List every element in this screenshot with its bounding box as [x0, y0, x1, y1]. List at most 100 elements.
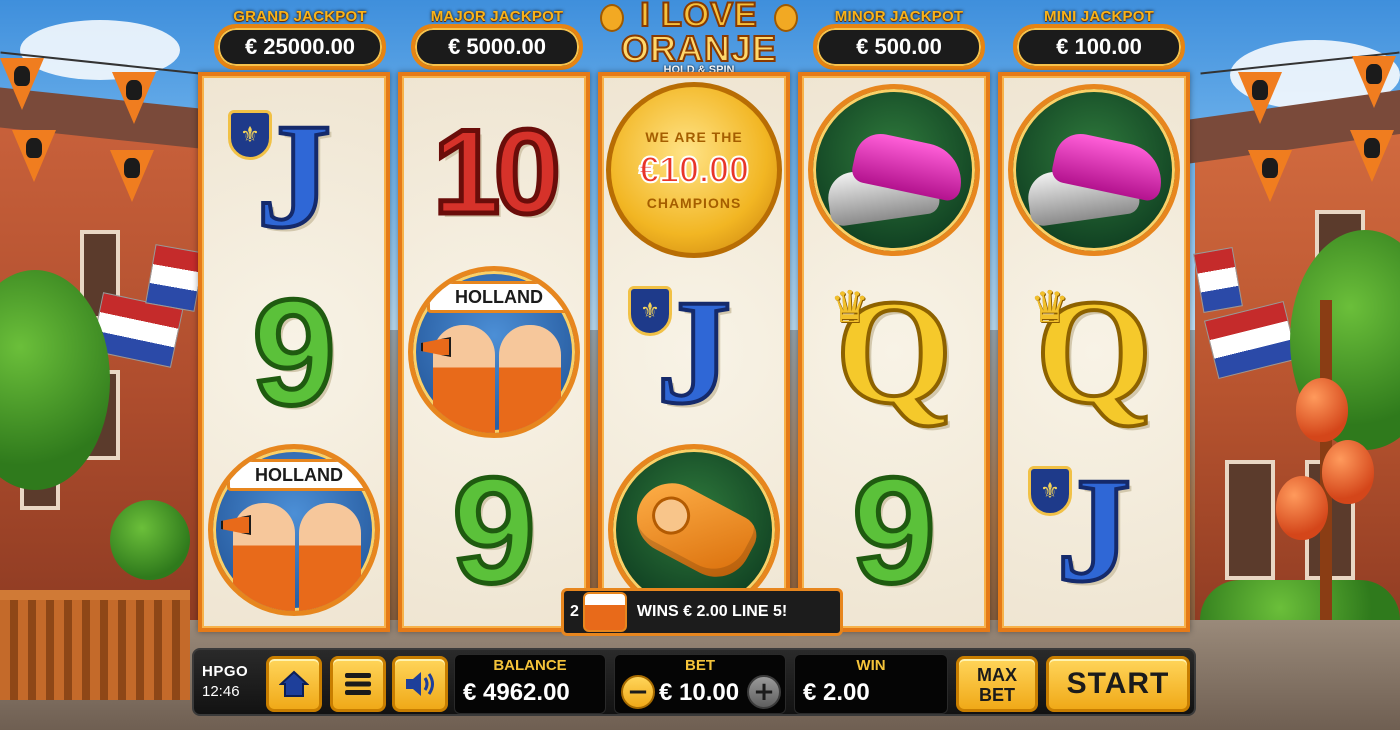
- lion-pennant-icon: [1350, 130, 1394, 182]
- fans-symbol: HOLLAND: [408, 266, 580, 438]
- football-boots-icon: [824, 110, 969, 230]
- megaphone-icon: [421, 337, 451, 357]
- reel-4: ♛ Q 9: [798, 72, 990, 632]
- fan-figure: [499, 315, 561, 433]
- bet-decrease-button[interactable]: −: [621, 675, 655, 709]
- jackpot-value-box: € 25000.00: [214, 24, 386, 70]
- control-bar: HPGO 12:46 BALANCE € 4962.00 BET − € 10.…: [192, 648, 1196, 716]
- fleur-de-lis-shield-icon: ⚜: [628, 286, 672, 336]
- symbol-boots: [802, 80, 986, 260]
- win-panel: WIN € 2.00: [794, 654, 948, 714]
- bet-label: BET: [685, 657, 715, 674]
- bush: [110, 500, 190, 580]
- symbol-j: ⚜ J: [602, 262, 786, 442]
- holland-banner: HOLLAND: [227, 459, 371, 491]
- jackpot-value: € 500.00: [856, 34, 942, 59]
- win-value: € 2.00: [803, 679, 870, 706]
- home-icon: [279, 670, 309, 697]
- symbol-number: 9: [250, 268, 338, 436]
- max-bet-line2: BET: [979, 685, 1015, 705]
- symbol-number: 9: [850, 446, 938, 614]
- symbol-j: ⚜ J: [202, 86, 386, 266]
- horn-icon: [600, 4, 624, 32]
- symbol-boots: [1002, 80, 1186, 260]
- coin-bottom-text: CHAMPIONS: [646, 195, 742, 211]
- symbol-9: 9: [402, 440, 586, 620]
- win-label: WIN: [856, 657, 886, 674]
- reel-3: WE ARE THE €10.00 CHAMPIONS ⚜ J: [598, 72, 790, 632]
- megaphone-icon: [221, 515, 251, 535]
- jackpot-mini: MINI JACKPOT € 100.00: [1013, 4, 1185, 70]
- lion-pennant-icon: [0, 58, 44, 110]
- balance-value: € 4962.00: [463, 679, 570, 706]
- lion-pennant-icon: [12, 130, 56, 182]
- balloon-icon: [1322, 440, 1374, 504]
- logo-line2: ORANJE: [620, 28, 778, 69]
- fans-symbol-icon: [582, 592, 627, 632]
- reel-5: ♛ Q ⚜ J: [998, 72, 1190, 632]
- brand-clock: HPGO 12:46: [202, 662, 248, 702]
- balloon-icon: [1276, 476, 1328, 540]
- bet-value: € 10.00: [659, 679, 740, 706]
- win-text: WINS € 2.00 LINE 5!: [636, 603, 788, 620]
- football-boots-icon: [1024, 110, 1169, 230]
- fence: [0, 590, 190, 700]
- boots-symbol: [808, 84, 980, 256]
- jackpot-title: MINOR JACKPOT: [834, 8, 964, 25]
- jackpot-minor: MINOR JACKPOT € 500.00: [813, 4, 985, 70]
- symbol-coin: WE ARE THE €10.00 CHAMPIONS: [602, 80, 786, 260]
- symbol-q: ♛ Q: [1002, 262, 1186, 442]
- cloud: [20, 20, 180, 80]
- lion-pennant-icon: [1248, 150, 1292, 202]
- speaker-icon: [406, 672, 434, 696]
- reel-2: 10 HOLLAND 9: [398, 72, 590, 632]
- fans-symbol: HOLLAND: [208, 444, 380, 616]
- sound-button[interactable]: [392, 656, 448, 712]
- lion-pennant-icon: [112, 72, 156, 124]
- jackpot-title: MAJOR JACKPOT: [430, 8, 564, 25]
- whistle-icon: [624, 470, 764, 590]
- symbol-fans: HOLLAND: [402, 262, 586, 442]
- home-button[interactable]: [266, 656, 322, 712]
- win-message: 2 WINS € 2.00 LINE 5!: [561, 588, 843, 636]
- jackpot-value: € 25000.00: [244, 34, 356, 59]
- menu-button[interactable]: [330, 656, 386, 712]
- bet-panel: BET − € 10.00 +: [614, 654, 786, 714]
- crown-icon: ♛: [1030, 282, 1070, 333]
- lion-pennant-icon: [110, 150, 154, 202]
- brand-name: HPGO: [202, 663, 249, 680]
- boots-symbol: [1008, 84, 1180, 256]
- menu-icon: [345, 673, 371, 695]
- jackpot-value: € 100.00: [1056, 34, 1142, 59]
- bet-increase-button[interactable]: +: [747, 675, 781, 709]
- coin-value: €10.00: [638, 148, 750, 191]
- symbol-number: 10: [431, 103, 564, 242]
- win-count: 2: [570, 603, 579, 620]
- crown-icon: ♛: [830, 282, 870, 333]
- jackpot-grand: GRAND JACKPOT € 25000.00: [214, 4, 386, 70]
- fleur-de-lis-shield-icon: ⚜: [1028, 466, 1072, 516]
- symbol-10: 10: [402, 82, 586, 262]
- dutch-flag-icon: [145, 244, 205, 312]
- symbol-fans: HOLLAND: [202, 440, 386, 620]
- start-button[interactable]: START: [1046, 656, 1190, 712]
- jackpot-major: MAJOR JACKPOT € 5000.00: [411, 4, 583, 70]
- max-bet-button[interactable]: MAX BET: [956, 656, 1038, 712]
- symbol-9: 9: [202, 262, 386, 442]
- balloon-icon: [1296, 378, 1348, 442]
- reel-1: ⚜ J 9 HOLLAND: [198, 72, 390, 632]
- max-bet-line1: MAX: [977, 665, 1017, 685]
- balance-panel: BALANCE € 4962.00: [454, 654, 606, 714]
- fleur-de-lis-shield-icon: ⚜: [228, 110, 272, 160]
- symbol-q: ♛ Q: [802, 262, 986, 442]
- jackpot-title: MINI JACKPOT: [1044, 8, 1154, 25]
- jackpot-title: GRAND JACKPOT: [233, 8, 367, 25]
- clock: 12:46: [202, 683, 240, 700]
- coin-top-text: WE ARE THE: [645, 129, 743, 145]
- holland-banner: HOLLAND: [427, 281, 571, 313]
- lion-pennant-icon: [1352, 56, 1396, 108]
- jackpot-value-box: € 500.00: [813, 24, 985, 70]
- jackpot-value-box: € 100.00: [1013, 24, 1185, 70]
- balance-label: BALANCE: [493, 657, 567, 674]
- horn-icon: [774, 4, 798, 32]
